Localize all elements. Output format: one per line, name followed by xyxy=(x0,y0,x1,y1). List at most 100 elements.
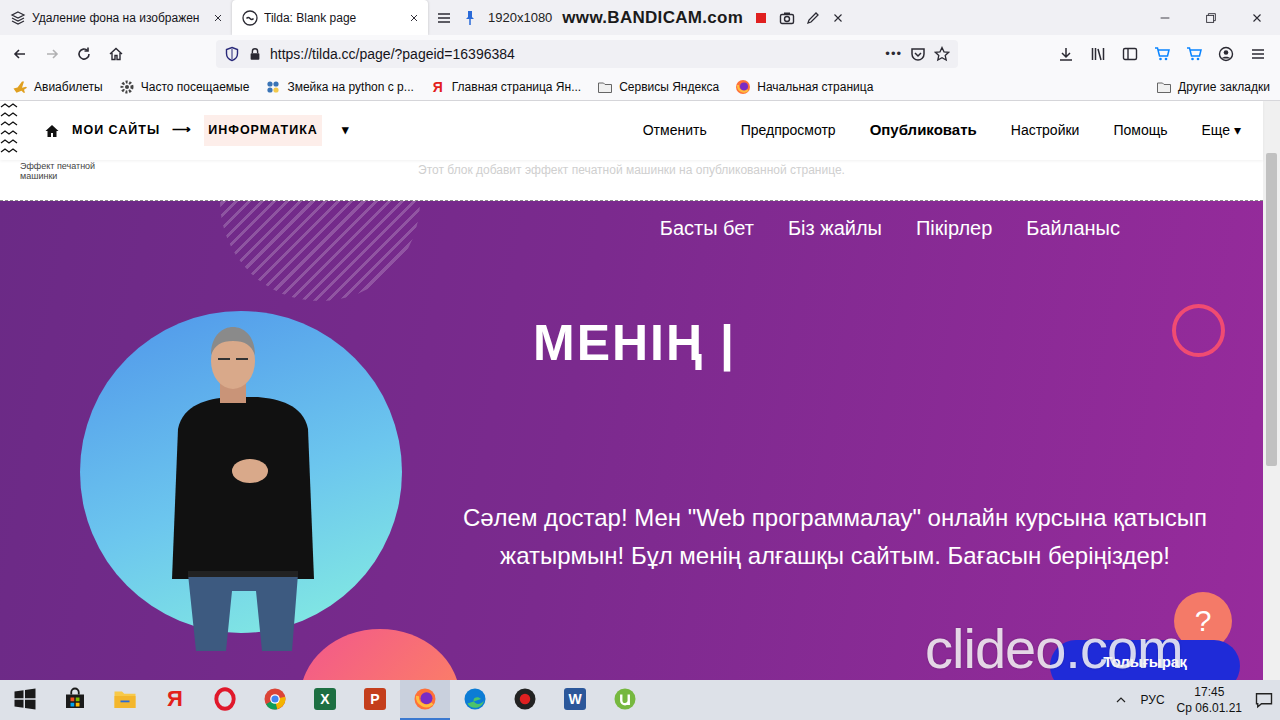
bookmark-label: Главная страница Ян... xyxy=(452,78,581,96)
menu-item[interactable]: Помощь xyxy=(1113,120,1167,141)
site-nav-link[interactable]: Біз жайлы xyxy=(788,213,882,249)
forward-arrow-icon[interactable] xyxy=(44,46,60,62)
taskbar-app[interactable] xyxy=(250,680,300,720)
bookmark-item[interactable]: Змейка на python с р... xyxy=(265,78,413,96)
library-icon[interactable] xyxy=(1090,46,1106,62)
menu-icon[interactable] xyxy=(436,10,452,26)
bookmark-label: Авиабилеты xyxy=(34,78,103,96)
close-window-icon[interactable] xyxy=(1250,11,1264,25)
other-bookmarks[interactable]: Другие закладки xyxy=(1156,78,1270,96)
back-arrow-icon[interactable] xyxy=(12,46,28,62)
taskbar-app[interactable] xyxy=(100,680,150,720)
my-sites-link[interactable]: МОИ САЙТЫ xyxy=(72,121,160,140)
taskbar-app[interactable]: Я xyxy=(150,680,200,720)
cart-button[interactable] xyxy=(1146,39,1178,69)
home-button[interactable] xyxy=(100,39,132,69)
camera-icon[interactable] xyxy=(779,10,795,26)
site-nav-link[interactable]: Басты бет xyxy=(660,213,754,249)
scrollbar-thumb[interactable] xyxy=(1266,153,1277,466)
profile-photo xyxy=(80,311,402,633)
pin-icon[interactable] xyxy=(462,10,478,26)
pink-ring xyxy=(1172,304,1225,357)
site-dropdown[interactable]: ▾ xyxy=(342,121,350,140)
taskbar-app[interactable]: X xyxy=(300,680,350,720)
download-button[interactable] xyxy=(1050,39,1082,69)
layers-icon xyxy=(10,10,26,26)
close-tab-icon[interactable] xyxy=(212,12,224,24)
site-nav-link[interactable]: Байланыс xyxy=(1026,213,1120,249)
edge-icon xyxy=(463,687,487,711)
taskbar-app[interactable]: P xyxy=(350,680,400,720)
close-window-button[interactable] xyxy=(1234,0,1280,35)
sidebar-icon[interactable] xyxy=(1122,46,1138,62)
close-tab-icon[interactable] xyxy=(408,12,420,24)
block-header: Эффект печатной машинкиЭтот блок добавит… xyxy=(0,160,1263,201)
taskbar-app[interactable]: W xyxy=(550,680,600,720)
taskbar-app[interactable] xyxy=(50,680,100,720)
sidebar-button[interactable] xyxy=(1114,39,1146,69)
bookmark-star-icon[interactable] xyxy=(934,46,950,62)
forward-arrow-button[interactable] xyxy=(36,39,68,69)
bookmark-item[interactable]: Часто посещаемые xyxy=(119,78,250,96)
menu-item[interactable]: Отменить xyxy=(643,120,707,141)
address-text[interactable]: https://tilda.cc/page/?pageid=16396384 xyxy=(270,44,877,65)
site-nav-link[interactable]: Пікірлер xyxy=(916,213,992,249)
bookmark-item[interactable]: Сервисы Яндекса xyxy=(597,78,719,96)
bookmark-item[interactable]: Я Главная страница Ян... xyxy=(430,78,581,96)
cart-icon[interactable] xyxy=(1186,46,1202,62)
clock[interactable]: 17:45Ср 06.01.21 xyxy=(1177,684,1242,716)
toolbar-buttons xyxy=(1050,39,1274,69)
yandex-icon: Я xyxy=(430,79,446,95)
reload-button[interactable] xyxy=(68,39,100,69)
cart-icon[interactable] xyxy=(1154,46,1170,62)
powerpoint-icon: P xyxy=(364,688,386,710)
account-button[interactable] xyxy=(1210,39,1242,69)
back-arrow-button[interactable] xyxy=(4,39,36,69)
close-recorder-icon[interactable] xyxy=(831,11,845,25)
home-icon[interactable] xyxy=(108,46,124,62)
taskbar-app[interactable] xyxy=(600,680,650,720)
record-stop-icon[interactable] xyxy=(753,10,769,26)
pencil-icon[interactable] xyxy=(805,10,821,26)
address-bar[interactable]: https://tilda.cc/page/?pageid=16396384 ••… xyxy=(216,40,958,68)
bookmark-item[interactable]: Авиабилеты xyxy=(12,78,103,96)
menu-item[interactable]: Предпросмотр xyxy=(741,120,836,141)
lock-icon[interactable] xyxy=(248,47,262,61)
bookmark-label: Сервисы Яндекса xyxy=(619,78,719,96)
show-hidden-icons-icon[interactable] xyxy=(1113,692,1129,708)
site-link[interactable]: ИНФОРМАТИКА xyxy=(204,115,322,146)
reload-icon[interactable] xyxy=(76,46,92,62)
browser-tab[interactable]: Удаление фона на изображен xyxy=(0,0,232,35)
screen: Удаление фона на изображенTilda: Blank p… xyxy=(0,0,1280,720)
language-indicator[interactable]: РУС xyxy=(1141,691,1165,709)
library-button[interactable] xyxy=(1082,39,1114,69)
page-actions-button[interactable]: ••• xyxy=(885,44,902,64)
notification-icon[interactable] xyxy=(1254,690,1274,710)
taskbar-app[interactable] xyxy=(500,680,550,720)
cart-button[interactable] xyxy=(1178,39,1210,69)
taskbar-app[interactable] xyxy=(200,680,250,720)
account-icon[interactable] xyxy=(1218,46,1234,62)
restore-button[interactable] xyxy=(1188,0,1234,35)
minimize-button[interactable] xyxy=(1142,0,1188,35)
shield-icon[interactable] xyxy=(224,46,240,62)
bookmark-item[interactable]: Начальная страница xyxy=(735,78,873,96)
hamburger-menu-icon[interactable] xyxy=(1250,46,1266,62)
menu-item[interactable]: Настройки xyxy=(1011,120,1080,141)
explorer-icon xyxy=(113,687,137,711)
more-menu[interactable]: Еще▾ xyxy=(1202,120,1242,141)
taskbar-app[interactable] xyxy=(0,680,50,720)
home-icon[interactable] xyxy=(44,123,60,139)
scrollbar[interactable] xyxy=(1263,101,1280,680)
taskbar-app[interactable] xyxy=(450,680,500,720)
block-note: Этот блок добавит эффект печатной машинк… xyxy=(0,160,1263,179)
restore-icon[interactable] xyxy=(1204,11,1218,25)
download-icon[interactable] xyxy=(1058,46,1074,62)
hamburger-menu-button[interactable] xyxy=(1242,39,1274,69)
bookmark-label: Змейка на python с р... xyxy=(287,78,413,96)
browser-tab[interactable]: Tilda: Blank page xyxy=(232,0,428,35)
minimize-icon[interactable] xyxy=(1158,11,1172,25)
taskbar-app[interactable] xyxy=(400,680,450,720)
publish-button[interactable]: Опубликовать xyxy=(870,119,977,142)
pocket-icon[interactable] xyxy=(910,46,926,62)
